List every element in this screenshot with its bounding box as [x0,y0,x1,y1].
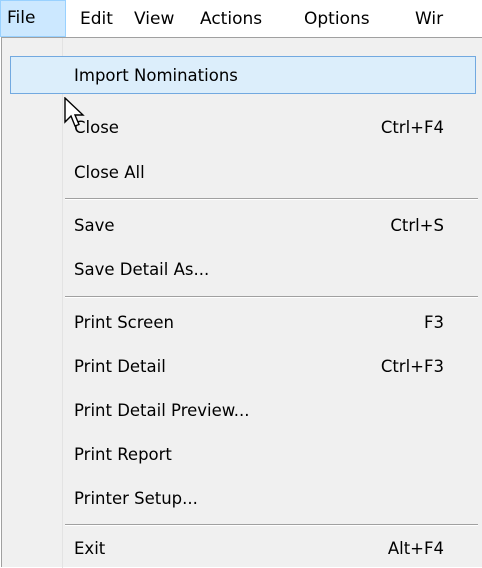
menu-item-label: Close All [74,163,145,182]
menu-item-shortcut: F3 [424,313,444,332]
menu-item-shortcut: Ctrl+F3 [380,357,444,376]
menu-separator [65,296,478,298]
menu-item-print-screen[interactable]: Print Screen F3 [2,304,480,342]
menu-item-label: Exit [74,539,106,558]
file-menu-dropdown: Import Nominations Close Ctrl+F4 Close A… [1,37,482,568]
menu-item-label: Print Detail [74,357,166,376]
menu-item-shortcut: Alt+F4 [387,539,444,558]
menu-view[interactable]: View [134,0,174,38]
menu-item-label: Close [74,118,119,137]
menu-item-close[interactable]: Close Ctrl+F4 [2,109,480,147]
menu-bar: File Edit View Actions Options Wir [0,0,482,38]
menu-actions[interactable]: Actions [200,0,262,38]
menu-item-save-detail-as[interactable]: Save Detail As... [2,251,480,289]
menu-item-printer-setup[interactable]: Printer Setup... [2,480,480,518]
menu-item-import-nominations[interactable]: Import Nominations [10,56,476,94]
menu-item-shortcut: Ctrl+F4 [380,118,444,137]
menu-item-shortcut: Ctrl+S [390,216,444,235]
menu-window[interactable]: Wir [415,0,443,38]
menu-item-save[interactable]: Save Ctrl+S [2,207,480,245]
menu-separator [65,198,478,200]
menu-item-label: Printer Setup... [74,489,198,508]
menu-file[interactable]: File [0,0,66,37]
menu-item-label: Print Report [74,445,172,464]
menu-item-label: Save [74,216,115,235]
menu-edit[interactable]: Edit [80,0,113,38]
menu-options[interactable]: Options [304,0,370,38]
menu-separator [65,524,478,526]
menu-item-print-report[interactable]: Print Report [2,436,480,474]
menu-item-print-detail[interactable]: Print Detail Ctrl+F3 [2,348,480,386]
menu-item-label: Save Detail As... [74,260,210,279]
menu-item-print-detail-preview[interactable]: Print Detail Preview... [2,392,480,430]
menu-item-label: Import Nominations [74,66,238,85]
menu-item-label: Print Screen [74,313,174,332]
menu-item-label: Print Detail Preview... [74,401,250,420]
menu-item-exit[interactable]: Exit Alt+F4 [2,530,480,568]
menu-item-close-all[interactable]: Close All [2,154,480,192]
